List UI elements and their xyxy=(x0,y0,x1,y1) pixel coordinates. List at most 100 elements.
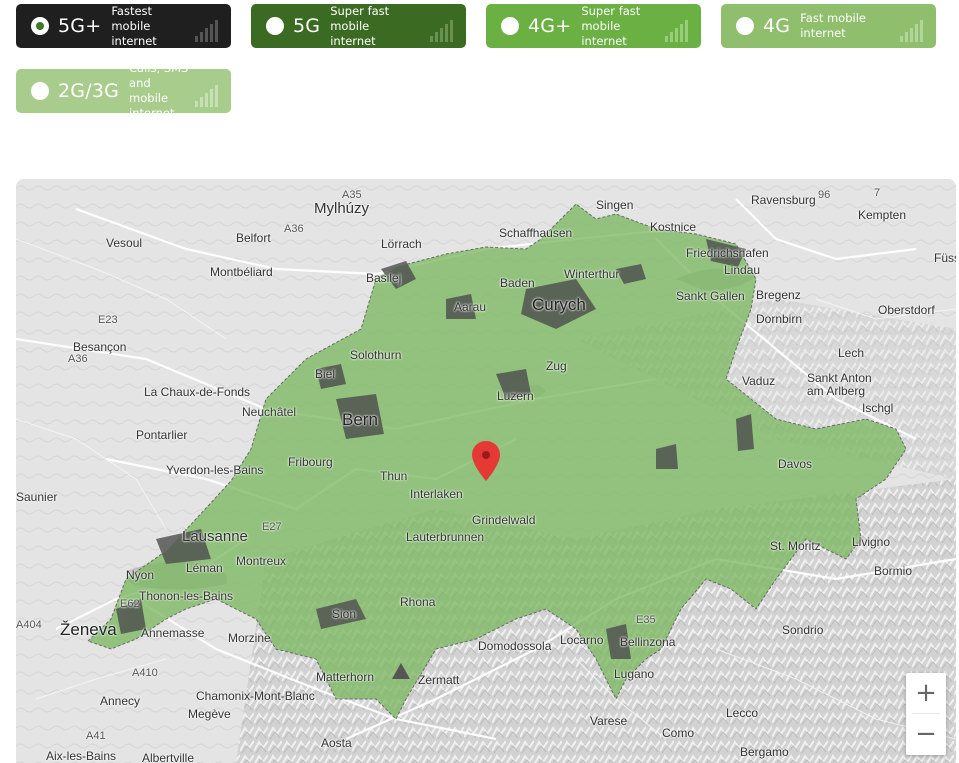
filter-5gplus-button[interactable]: 5G+ Fastest mobile internet xyxy=(16,4,231,48)
road-shield: E27 xyxy=(262,521,282,533)
zoom-in-button[interactable]: + xyxy=(906,673,946,713)
signal-bars-icon xyxy=(900,20,923,42)
city-label: Schaffhausen xyxy=(499,226,573,240)
city-label: Besançon xyxy=(73,340,127,354)
city-label: Thonon-les-Bains xyxy=(139,589,234,603)
city-label: Annecy xyxy=(100,694,141,708)
city-label: Livigno xyxy=(852,535,891,549)
city-label: Como xyxy=(662,726,695,740)
city-label: Thun xyxy=(380,469,408,483)
city-label: Ženeva xyxy=(60,620,117,639)
city-label: Fribourg xyxy=(288,455,333,469)
city-label: Lindau xyxy=(724,263,761,277)
city-label: Sankt Gallen xyxy=(676,289,745,303)
city-label: Oberstdorf xyxy=(878,303,935,317)
signal-bars-icon xyxy=(665,20,688,42)
city-label: Locarno xyxy=(560,633,604,647)
city-label: Bellinzona xyxy=(620,635,676,649)
zoom-controls: + − xyxy=(906,673,946,755)
city-label: Bern xyxy=(342,410,378,429)
coverage-map[interactable]: Mylhúzy Singen Ravensburg Kempten Vesoul… xyxy=(16,179,956,763)
city-label: Belfort xyxy=(236,231,271,245)
road-shield: E23 xyxy=(98,314,118,326)
filter-generation-label: 5G+ xyxy=(58,15,102,37)
city-label: Füss xyxy=(934,251,956,265)
city-label: Vesoul xyxy=(106,236,143,250)
city-label: Solothurn xyxy=(350,348,402,362)
city-label: Bergamo xyxy=(740,745,789,759)
city-label: Dornbirn xyxy=(756,312,803,326)
city-label: Aarau xyxy=(454,300,487,314)
radio-selected-icon[interactable] xyxy=(31,17,49,35)
city-label: Lech xyxy=(838,346,865,360)
road-shield: E62 xyxy=(120,598,140,610)
radio-icon[interactable] xyxy=(266,17,284,35)
filter-description: Calls, SMS and mobile internet xyxy=(129,69,188,113)
filter-5g-button[interactable]: 5G Super fast mobile internet xyxy=(251,4,466,48)
city-label: Montreux xyxy=(236,554,287,568)
radio-icon[interactable] xyxy=(501,17,519,35)
city-label: Davos xyxy=(778,457,813,471)
city-label: Yverdon-les-Bains xyxy=(166,463,264,477)
city-label: La Chaux-de-Fonds xyxy=(144,385,251,399)
city-label: Varese xyxy=(590,714,628,728)
lake-label: Léman xyxy=(186,561,223,575)
city-label: Lauterbrunnen xyxy=(406,530,485,544)
filter-description: Fast mobile internet xyxy=(800,11,866,40)
city-label: Zermatt xyxy=(418,673,460,687)
city-label: Aosta xyxy=(321,736,352,750)
city-label: Sondrio xyxy=(782,623,824,637)
road-shield: 96 xyxy=(818,189,831,201)
road-shield: A35 xyxy=(342,189,362,201)
city-label: Megève xyxy=(188,707,231,721)
road-shield: 7 xyxy=(874,187,881,199)
city-label: Lugano xyxy=(614,667,655,681)
city-label: Grindelwald xyxy=(472,513,536,527)
road-shield: E35 xyxy=(636,614,656,626)
city-label: Ravensburg xyxy=(751,193,816,207)
road-shield: A36 xyxy=(284,223,304,235)
filter-generation-label: 2G/3G xyxy=(58,80,120,102)
radio-icon[interactable] xyxy=(31,82,49,100)
city-label: Aix-les-Bains xyxy=(46,749,117,763)
city-label: Lausanne xyxy=(182,528,248,545)
filter-description: Super fast mobile internet xyxy=(330,4,390,48)
signal-bars-icon xyxy=(195,85,218,107)
road-shield: A41 xyxy=(86,730,106,742)
peak-label: Matterhorn xyxy=(316,670,375,684)
city-label: Bormio xyxy=(874,564,913,578)
location-pin-icon[interactable] xyxy=(472,441,500,481)
road-shield: A404 xyxy=(16,619,42,631)
filter-generation-label: 5G xyxy=(293,15,321,37)
filter-2g3g-button[interactable]: 2G/3G Calls, SMS and mobile internet xyxy=(16,69,231,113)
city-label: Curych xyxy=(532,295,586,314)
city-label: Saunier xyxy=(16,490,58,504)
city-label: Bregenz xyxy=(756,288,801,302)
city-label: Vaduz xyxy=(742,374,776,388)
city-label: Basilej xyxy=(366,271,402,285)
filter-4gplus-button[interactable]: 4G+ Super fast mobile internet xyxy=(486,4,701,48)
road-shield: A36 xyxy=(68,353,88,365)
city-label: Neuchâtel xyxy=(242,405,297,419)
city-label: Ischgl xyxy=(862,401,894,415)
zoom-out-button[interactable]: − xyxy=(906,714,946,754)
city-label: Sankt Anton am Arlberg xyxy=(807,371,872,398)
city-label: Lecco xyxy=(726,706,759,720)
city-label: Montbéliard xyxy=(210,265,273,279)
city-label: Mylhúzy xyxy=(314,200,370,217)
river-label: Rhona xyxy=(400,595,436,609)
city-label: Pontarlier xyxy=(136,428,188,442)
city-label: Domodossola xyxy=(478,639,552,653)
city-label: Winterthur xyxy=(564,267,620,281)
filter-4g-button[interactable]: 4G Fast mobile internet xyxy=(721,4,936,48)
city-label: Biel xyxy=(315,367,336,381)
filter-generation-label: 4G xyxy=(763,15,791,37)
signal-bars-icon xyxy=(195,20,218,42)
city-label: Annemasse xyxy=(141,626,205,640)
city-label: Zug xyxy=(546,359,567,373)
city-label: St. Moritz xyxy=(770,539,821,553)
radio-icon[interactable] xyxy=(736,17,754,35)
signal-bars-icon xyxy=(430,20,453,42)
city-label: Chamonix-Mont-Blanc xyxy=(196,689,315,703)
filter-description: Fastest mobile internet xyxy=(111,4,157,48)
